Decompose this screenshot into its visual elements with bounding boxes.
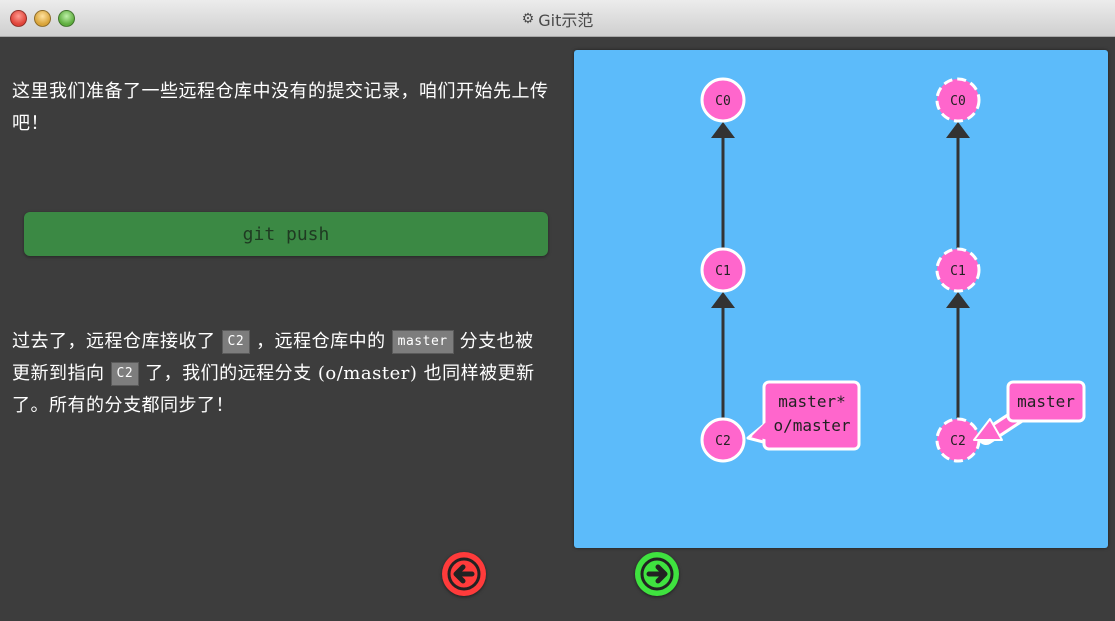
inline-code-c2: C2 (221, 330, 251, 354)
branch-label-master-local[interactable]: master* o/master (746, 380, 861, 451)
branch-label-text: master* (778, 392, 845, 411)
commit-c0-remote[interactable]: C0 (935, 77, 981, 123)
edge-arrow-c0-local (711, 122, 735, 138)
result-text-part: ，远程仓库中的 (256, 331, 386, 352)
commit-c2-local[interactable]: C2 (700, 417, 746, 463)
svg-text:C0: C0 (950, 94, 966, 109)
arrow-left-icon (447, 557, 481, 591)
edge-arrow-c0-remote (946, 122, 970, 138)
window-titlebar: ⚙ Git示范 (0, 0, 1115, 37)
command-text: git push (242, 223, 330, 245)
window-title: ⚙ Git示范 (0, 0, 1115, 37)
arrow-right-icon (640, 557, 674, 591)
svg-text:C2: C2 (715, 434, 731, 449)
result-text: 过去了，远程仓库接收了 C2 ，远程仓库中的 master 分支也被更新到指向 C2 了，我… (12, 326, 552, 422)
edge-arrow-c1-remote (946, 292, 970, 308)
svg-text:C0: C0 (715, 94, 731, 109)
inline-code-c2: C2 (110, 362, 140, 386)
commit-c2-remote[interactable]: C2 (935, 417, 981, 463)
branch-label-text: master (1017, 392, 1075, 411)
svg-text:C1: C1 (715, 264, 731, 279)
window-title-text: Git示范 (538, 10, 594, 30)
forward-button[interactable] (635, 552, 679, 596)
gear-icon: ⚙ (521, 10, 535, 27)
intro-text: 这里我们准备了一些远程仓库中没有的提交记录，咱们开始先上传吧！ (12, 81, 549, 134)
commit-c0-local[interactable]: C0 (700, 77, 746, 123)
commit-c1-local[interactable]: C1 (700, 247, 746, 293)
commit-c1-remote[interactable]: C1 (935, 247, 981, 293)
branch-label-text: o/master (773, 416, 850, 435)
svg-text:C1: C1 (950, 264, 966, 279)
back-button[interactable] (442, 552, 486, 596)
inline-code-master: master (391, 330, 454, 354)
svg-text:C2: C2 (950, 434, 966, 449)
commit-graph: C0 C1 C2 C0 C1 C2 master* o/master maste… (700, 77, 1086, 463)
git-visualization: C0 C1 C2 C0 C1 C2 master* o/master maste… (574, 50, 1108, 548)
edge-arrow-c1-local (711, 292, 735, 308)
git-push-command-button[interactable]: git push (24, 212, 548, 256)
branch-label-master-remote[interactable]: master (973, 380, 1086, 445)
result-text-part: 过去了，远程仓库接收了 (12, 331, 216, 352)
